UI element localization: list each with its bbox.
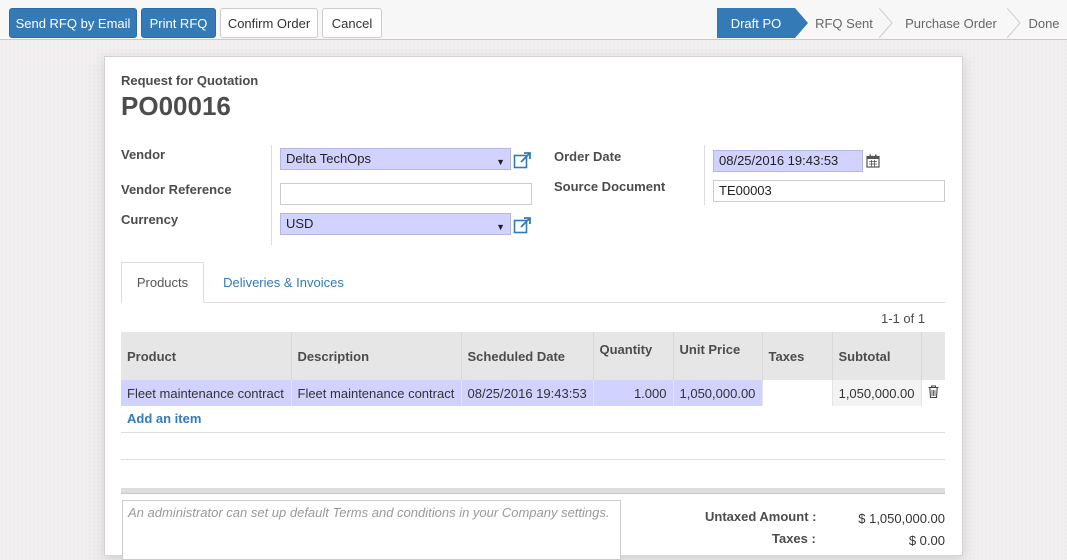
table-header-row: Product Description Scheduled Date Quant… (121, 332, 945, 380)
control-panel: Send RFQ by Email Print RFQ Confirm Orde… (0, 0, 1067, 40)
cell-description[interactable]: Fleet maintenance contract (291, 380, 462, 406)
add-item-cell: Add an item (121, 406, 945, 433)
order-date-input[interactable]: 08/25/2016 19:43:53 (713, 150, 863, 172)
print-rfq-button[interactable]: Print RFQ (141, 8, 216, 38)
source-document-label: Source Document (554, 179, 666, 194)
vendor-reference-label: Vendor Reference (121, 182, 232, 197)
terms-notes-textarea[interactable]: An administrator can set up default Term… (122, 500, 621, 560)
vendor-label: Vendor (121, 147, 166, 162)
cancel-button[interactable]: Cancel (322, 8, 382, 38)
stage-arrow-icon (795, 8, 808, 38)
stage-separator-icon (879, 8, 893, 38)
column-header-quantity[interactable]: Quantity (593, 332, 674, 380)
external-link-icon[interactable] (513, 151, 533, 169)
stage-draft-po[interactable]: Draft PO (717, 8, 795, 38)
field-divider (271, 145, 272, 245)
document-kind: Request for Quotation (121, 73, 259, 88)
column-header-description[interactable]: Description (291, 332, 462, 380)
tab-deliveries-invoices[interactable]: Deliveries & Invoices (216, 262, 351, 302)
status-stages: Draft PO RFQ Sent Purchase Order Done (717, 8, 1067, 38)
column-header-taxes[interactable]: Taxes (762, 332, 833, 380)
trash-icon[interactable] (928, 385, 939, 399)
field-divider (704, 145, 705, 205)
table-footer-bar (121, 488, 945, 494)
taxes-label: Taxes : (772, 531, 816, 546)
cell-quantity[interactable]: 1.000 (593, 380, 674, 406)
form-sheet: Request for Quotation PO00016 Vendor Del… (104, 56, 963, 560)
column-header-unit-price[interactable]: Unit Price (673, 332, 763, 380)
order-date-label: Order Date (554, 149, 622, 164)
document-title: PO00016 (121, 91, 231, 121)
order-lines-table: Product Description Scheduled Date Quant… (121, 332, 945, 460)
calendar-icon[interactable] (866, 154, 880, 168)
vendor-reference-input[interactable] (280, 183, 532, 205)
external-link-icon[interactable] (513, 216, 533, 234)
column-header-subtotal[interactable]: Subtotal (832, 332, 922, 380)
stage-separator-icon (1007, 8, 1021, 38)
currency-label: Currency (121, 212, 179, 227)
add-item-link[interactable]: Add an item (127, 411, 201, 426)
caret-down-icon: ▼ (496, 157, 505, 167)
cell-subtotal: 1,050,000.00 (832, 380, 922, 406)
column-header-actions (921, 332, 945, 380)
stage-purchase-order[interactable]: Purchase Order (895, 8, 1007, 38)
untaxed-amount-label: Untaxed Amount : (705, 509, 817, 524)
send-rfq-button[interactable]: Send RFQ by Email (9, 8, 137, 38)
tab-products[interactable]: Products (121, 262, 204, 303)
pager-value[interactable]: 1-1 of 1 (881, 311, 925, 326)
vendor-value: Delta TechOps (286, 151, 372, 166)
terms-placeholder: An administrator can set up default Term… (128, 505, 610, 520)
notebook-tabs: Products Deliveries & Invoices (121, 262, 945, 303)
empty-row (121, 432, 945, 460)
empty-cell (121, 432, 945, 460)
stage-rfq-sent[interactable]: RFQ Sent (809, 8, 879, 38)
cell-product[interactable]: Fleet maintenance contract (121, 380, 292, 406)
delete-row-cell[interactable] (921, 380, 945, 406)
taxes-value: $ 0.00 (908, 533, 945, 548)
table-row[interactable]: Fleet maintenance contract Fleet mainten… (121, 380, 945, 406)
cell-unit-price[interactable]: 1,050,000.00 (673, 380, 763, 406)
add-item-row: Add an item (121, 406, 945, 433)
cell-taxes[interactable] (762, 380, 833, 406)
stage-done[interactable]: Done (1023, 8, 1065, 38)
currency-select[interactable]: USD ▼ (280, 213, 511, 235)
source-document-input[interactable]: TE00003 (713, 180, 945, 202)
vendor-select[interactable]: Delta TechOps ▼ (280, 148, 511, 170)
currency-value: USD (286, 216, 314, 231)
cell-scheduled-date[interactable]: 08/25/2016 19:43:53 (461, 380, 594, 406)
caret-down-icon: ▼ (496, 222, 505, 232)
column-header-scheduled-date[interactable]: Scheduled Date (461, 332, 594, 380)
untaxed-amount-value: $ 1,050,000.00 (858, 511, 945, 526)
confirm-order-button[interactable]: Confirm Order (220, 8, 318, 38)
column-header-product[interactable]: Product (121, 332, 292, 380)
